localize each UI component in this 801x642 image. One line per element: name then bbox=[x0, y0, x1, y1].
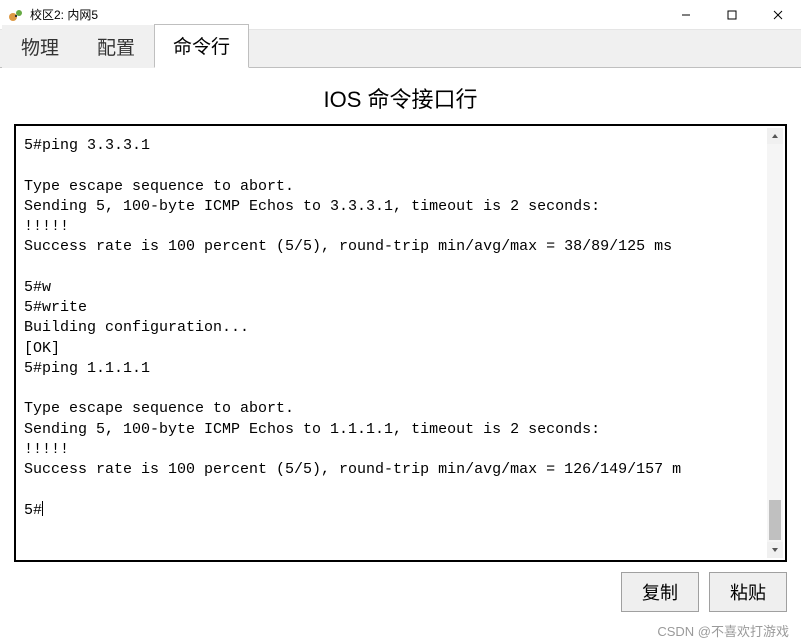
app-icon bbox=[8, 7, 24, 23]
button-row: 复制 粘贴 bbox=[14, 572, 787, 612]
terminal-output[interactable]: 5#ping 3.3.3.1 Type escape sequence to a… bbox=[24, 136, 779, 550]
scroll-down-arrow[interactable] bbox=[767, 542, 783, 558]
scroll-track[interactable] bbox=[767, 144, 783, 542]
page-title: IOS 命令接口行 bbox=[14, 82, 787, 114]
tab-physical[interactable]: 物理 bbox=[2, 25, 78, 68]
paste-button[interactable]: 粘贴 bbox=[709, 572, 787, 612]
watermark: CSDN @不喜欢打游戏 bbox=[657, 621, 789, 640]
terminal-cursor bbox=[42, 501, 43, 516]
terminal-scrollbar[interactable] bbox=[767, 128, 783, 558]
maximize-button[interactable] bbox=[709, 0, 755, 30]
minimize-button[interactable] bbox=[663, 0, 709, 30]
scroll-thumb[interactable] bbox=[769, 500, 781, 540]
tab-config[interactable]: 配置 bbox=[78, 25, 154, 68]
terminal-frame: 5#ping 3.3.3.1 Type escape sequence to a… bbox=[14, 124, 787, 562]
tab-cli[interactable]: 命令行 bbox=[154, 24, 249, 68]
copy-button[interactable]: 复制 bbox=[621, 572, 699, 612]
tabbar: 物理 配置 命令行 bbox=[0, 30, 801, 68]
close-button[interactable] bbox=[755, 0, 801, 30]
content-area: IOS 命令接口行 5#ping 3.3.3.1 Type escape seq… bbox=[0, 68, 801, 622]
scroll-up-arrow[interactable] bbox=[767, 128, 783, 144]
terminal-text: 5#ping 3.3.3.1 Type escape sequence to a… bbox=[24, 137, 681, 519]
window-title: 校区2: 内网5 bbox=[30, 6, 98, 23]
